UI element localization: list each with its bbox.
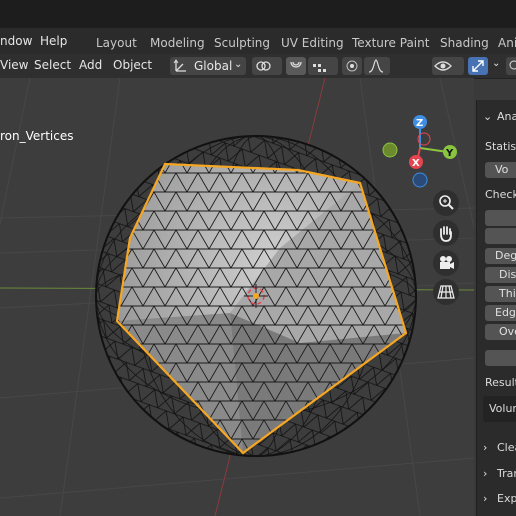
tab-sculpting[interactable]: Sculpting — [214, 36, 270, 50]
falloff-curve-icon — [368, 59, 384, 73]
transform-orientation-dropdown[interactable]: Global ⌄ — [170, 57, 246, 75]
viewport-canvas[interactable]: Z Y X — [0, 78, 474, 516]
sidebar-panel: ⌄ Ana Statisti Vo Check Deg Dis Thi Edge… — [476, 100, 516, 516]
zoom-icon — [439, 195, 454, 210]
svg-text:Y: Y — [445, 148, 454, 159]
result-box: Volum — [483, 396, 516, 422]
check-solid-button[interactable] — [485, 228, 516, 244]
orientation-axes-icon — [173, 59, 186, 72]
tab-layout[interactable]: Layout — [96, 36, 137, 50]
window-menu[interactable]: ndow — [0, 34, 32, 48]
top-menu-bar: ndow Help — [0, 0, 516, 48]
hand-icon — [440, 226, 452, 242]
check-edge-sharp-button[interactable]: Edge — [485, 305, 516, 321]
check-thickness-button[interactable]: Thi — [485, 286, 516, 302]
camera-icon — [440, 256, 454, 269]
check-overhang-button[interactable]: Ove — [485, 324, 516, 340]
overlays-icon — [509, 60, 516, 70]
tab-texture-paint[interactable]: Texture Paint — [352, 36, 429, 50]
chevron-right-icon[interactable]: › — [483, 467, 487, 480]
export-panel-header[interactable]: Exp — [497, 492, 516, 505]
proportional-icon — [346, 60, 358, 72]
checks-label: Check — [485, 188, 516, 201]
pivot-icon — [256, 61, 271, 71]
gizmo-neg-y-handle — [382, 142, 398, 158]
visibility-dropdown[interactable] — [432, 57, 464, 75]
svg-text:X: X — [412, 158, 420, 169]
result-value: Volum — [489, 402, 516, 415]
gizmo-arrows-icon — [472, 60, 484, 72]
check-degenerate-button[interactable]: Deg — [485, 248, 516, 264]
svg-text:Z: Z — [416, 118, 423, 129]
add-menu[interactable]: Add — [79, 58, 102, 72]
snap-toggle[interactable] — [286, 57, 306, 75]
snap-increment-icon — [313, 64, 326, 72]
tab-shading[interactable]: Shading — [440, 36, 489, 50]
view-menu[interactable]: View — [0, 58, 28, 72]
viewport-header: View Select Add Object Global ⌄ ⌄ — [0, 54, 516, 79]
check-distorted-button[interactable]: Dis — [485, 267, 516, 283]
proportional-editing-toggle[interactable] — [342, 57, 362, 75]
overlays-toggle[interactable] — [506, 57, 516, 75]
zoom-button[interactable] — [433, 190, 459, 216]
tab-uv-editing[interactable]: UV Editing — [281, 36, 344, 50]
chevron-right-icon[interactable]: › — [483, 441, 487, 454]
transform-panel-header[interactable]: Tran — [497, 467, 516, 480]
analyze-panel-title[interactable]: Ana — [497, 110, 516, 123]
grid-perspective-icon — [437, 285, 455, 299]
object-name-label: ron_Vertices — [0, 129, 74, 143]
cleanup-panel-header[interactable]: Clea — [497, 441, 516, 454]
chevron-down-icon: ⌄ — [234, 59, 243, 70]
chevron-down-icon: ⌄ — [492, 58, 501, 69]
magnet-icon — [290, 61, 302, 68]
navigation-gizmo[interactable]: Z Y X — [382, 115, 457, 188]
pan-button[interactable] — [433, 220, 459, 246]
orientation-label: Global — [194, 59, 233, 73]
falloff-dropdown[interactable] — [364, 57, 390, 75]
check-run-button[interactable] — [485, 350, 516, 366]
tab-modeling[interactable]: Modeling — [150, 36, 205, 50]
result-label: Result — [485, 376, 516, 389]
check-all-button[interactable] — [485, 210, 516, 226]
camera-view-button[interactable] — [433, 250, 459, 276]
tab-animation[interactable]: Ani — [498, 36, 516, 50]
perspective-toggle-button[interactable] — [433, 279, 459, 305]
object-menu[interactable]: Object — [113, 58, 152, 72]
volume-button[interactable]: Vo — [485, 162, 516, 178]
gizmo-neg-z-handle — [412, 172, 428, 188]
gizmo-toggle[interactable] — [468, 57, 488, 75]
chevron-down-icon[interactable]: ⌄ — [483, 110, 492, 123]
select-menu[interactable]: Select — [34, 58, 71, 72]
eye-icon — [434, 61, 452, 71]
3d-viewport[interactable]: Z Y X ron_Vertices — [0, 78, 474, 516]
pivot-point-dropdown[interactable] — [252, 57, 282, 75]
workspace-tabs-bar: ndow Help Layout Modeling Sculpting UV E… — [0, 28, 516, 54]
snap-target-dropdown[interactable] — [308, 57, 338, 75]
chevron-right-icon[interactable]: › — [483, 492, 487, 505]
help-menu[interactable]: Help — [40, 34, 67, 48]
statistics-label: Statisti — [485, 140, 516, 153]
